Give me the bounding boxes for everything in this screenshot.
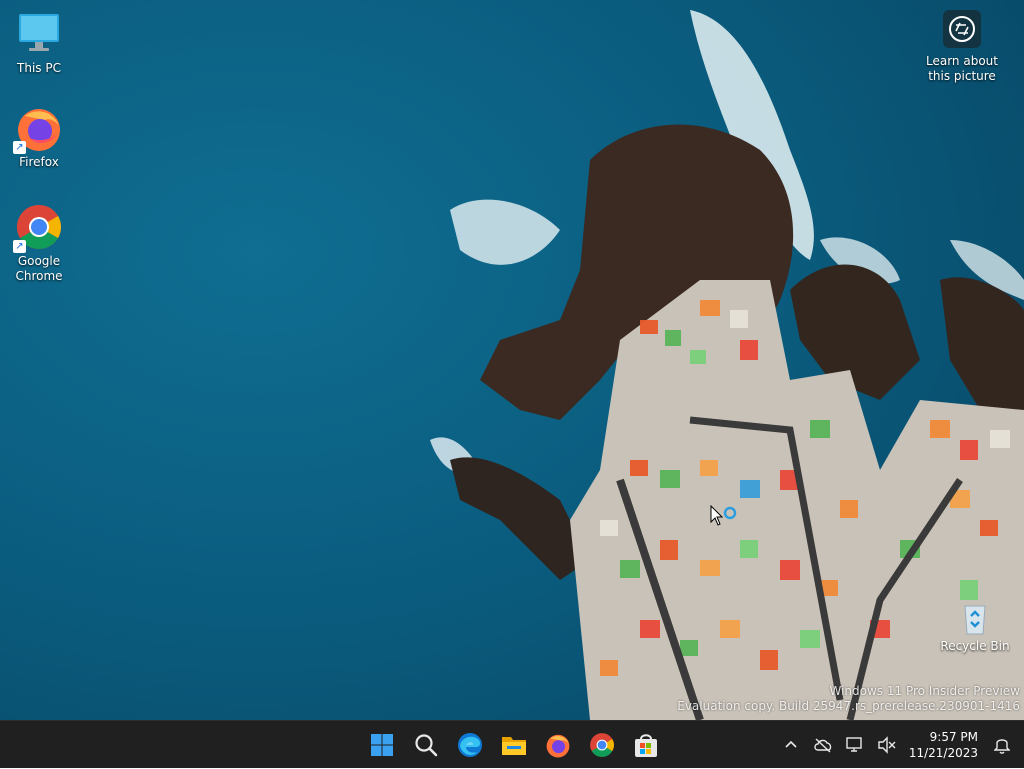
desktop-icon-firefox[interactable]: ↗ Firefox (1, 104, 77, 170)
taskbar-chrome[interactable] (580, 725, 624, 765)
watermark-line2: Evaluation copy. Build 25947.rs_prerelea… (677, 699, 1020, 713)
desktop-icon-label: Firefox (19, 155, 59, 169)
volume-button[interactable] (871, 725, 903, 765)
volume-muted-icon (878, 736, 896, 754)
desktop-icon-google-chrome[interactable]: ↗ Google Chrome (1, 203, 77, 284)
learn-about-this-picture[interactable]: Learn about this picture (912, 10, 1012, 84)
shortcut-arrow-icon: ↗ (13, 240, 26, 253)
taskbar-firefox[interactable] (536, 725, 580, 765)
taskbar-microsoft-store[interactable] (624, 725, 668, 765)
firefox-icon: ↗ (13, 104, 63, 154)
network-icon (846, 737, 862, 752)
show-hidden-icons-button[interactable] (775, 725, 807, 765)
onedrive-button[interactable] (807, 725, 839, 765)
start-button[interactable] (360, 725, 404, 765)
recycle-bin-icon (957, 600, 993, 636)
build-watermark: Windows 11 Pro Insider Preview Evaluatio… (677, 684, 1020, 714)
firefox-icon (546, 734, 570, 758)
notifications-button[interactable] (986, 725, 1018, 765)
desktop-icon-label: This PC (17, 61, 61, 75)
watermark-line1: Windows 11 Pro Insider Preview (829, 684, 1020, 698)
search-button[interactable] (404, 725, 448, 765)
learn-label-line1: Learn about (926, 54, 998, 68)
desktop-icon-this-pc[interactable]: This PC (1, 10, 77, 76)
cloud-offline-icon (814, 738, 832, 753)
store-icon (635, 734, 657, 757)
computer-icon (15, 10, 63, 58)
desktop[interactable]: This PC ↗ Firefox ↗ Google Chrome Recycl… (0, 0, 1024, 720)
desktop-icon-recycle-bin[interactable]: Recycle Bin (937, 600, 1013, 654)
taskbar-edge[interactable] (448, 725, 492, 765)
chrome-icon (590, 733, 614, 757)
desktop-icon-label: Recycle Bin (940, 639, 1010, 653)
taskbar-clock[interactable]: 9:57 PM 11/21/2023 (903, 729, 986, 761)
search-icon (415, 734, 438, 757)
chrome-icon: ↗ (13, 203, 63, 253)
desktop-icon-label: Google Chrome (15, 254, 63, 283)
camera-info-icon (943, 10, 981, 48)
file-explorer-icon (502, 737, 526, 755)
wallpaper-aerial-coast (0, 0, 1024, 720)
system-tray: 9:57 PM 11/21/2023 (775, 721, 1024, 769)
shortcut-arrow-icon: ↗ (13, 141, 26, 154)
taskbar: 9:57 PM 11/21/2023 (0, 720, 1024, 768)
mouse-cursor-icon (710, 505, 737, 526)
clock-date: 11/21/2023 (908, 746, 978, 760)
bell-icon (994, 739, 1010, 754)
network-button[interactable] (839, 725, 871, 765)
windows-start-icon (371, 734, 393, 756)
edge-icon (458, 733, 482, 757)
learn-label-line2: this picture (928, 69, 996, 83)
clock-time: 9:57 PM (929, 730, 978, 744)
chevron-up-icon (785, 740, 797, 748)
taskbar-file-explorer[interactable] (492, 725, 536, 765)
taskbar-apps (360, 721, 668, 769)
